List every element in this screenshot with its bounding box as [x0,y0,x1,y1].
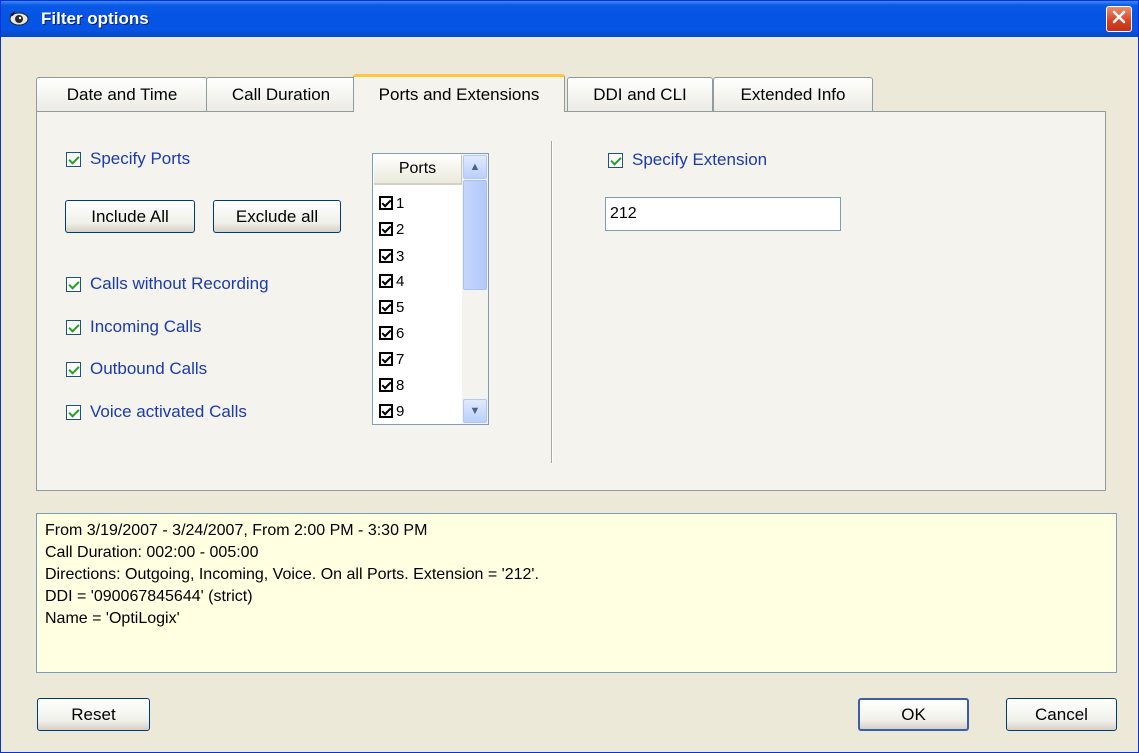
option-label: Voice activated Calls [90,402,247,421]
ok-label: OK [901,704,926,724]
close-icon [1112,10,1126,29]
port-item[interactable]: 7 [379,349,404,369]
incoming-calls-checkbox[interactable]: Incoming Calls [66,317,202,337]
tab-label: Call Duration [231,84,331,104]
specify-extension-checkbox[interactable]: Specify Extension [608,150,767,170]
port-item[interactable]: 5 [379,297,404,317]
include-all-button[interactable]: Include All [65,200,195,233]
port-label: 1 [396,194,405,212]
specify-ports-label: Specify Ports [90,149,191,168]
summary-line: Directions: Outgoing, Incoming, Voice. O… [45,566,539,583]
scroll-thumb[interactable] [463,180,487,290]
title-bar[interactable]: Filter options [1,1,1138,37]
summary-line: Call Duration: 002:00 - 005:00 [45,544,259,561]
reset-label: Reset [71,704,116,724]
checkbox-box[interactable] [66,404,81,420]
specify-extension-label: Specify Extension [632,150,768,169]
port-item[interactable]: 8 [379,375,404,395]
port-checkbox[interactable] [379,326,393,340]
section-divider [551,141,553,463]
close-button[interactable] [1106,6,1132,32]
tab-label: Date and Time [66,84,178,104]
tab-ddi-and-cli[interactable]: DDI and CLI [567,77,713,111]
voice-activated-calls-checkbox[interactable]: Voice activated Calls [66,402,247,422]
ok-button[interactable]: OK [858,698,969,731]
port-item[interactable]: 2 [379,219,404,239]
cancel-button[interactable]: Cancel [1006,698,1117,731]
tab-ports-and-extensions[interactable]: Ports and Extensions [353,74,565,112]
ports-header-label: Ports [398,160,437,177]
outbound-calls-checkbox[interactable]: Outbound Calls [66,359,207,379]
port-checkbox[interactable] [379,352,393,366]
port-label: 4 [396,272,405,290]
ports-list[interactable]: Ports 1 2 3 4 5 6 7 8 9 ▲ ▼ [372,153,489,425]
port-label: 5 [396,298,405,316]
calls-without-recording-checkbox[interactable]: Calls without Recording [66,274,269,294]
scroll-down-button[interactable]: ▼ [463,399,487,423]
option-label: Incoming Calls [90,317,202,336]
port-checkbox[interactable] [379,196,393,210]
port-label: 8 [396,376,405,394]
port-label: 2 [396,220,405,238]
tab-extended-info[interactable]: Extended Info [713,77,873,111]
ports-scrollbar[interactable]: ▲ ▼ [462,154,488,424]
port-checkbox[interactable] [379,404,393,418]
checkbox-box[interactable] [66,276,81,292]
scroll-up-button[interactable]: ▲ [463,155,487,179]
extension-value: 212 [610,205,637,222]
cancel-label: Cancel [1035,704,1088,724]
filter-summary: From 3/19/2007 - 3/24/2007, From 2:00 PM… [36,513,1117,673]
checkbox-box[interactable] [66,319,81,335]
port-checkbox[interactable] [379,222,393,236]
tab-label: Extended Info [740,84,846,104]
tab-call-duration[interactable]: Call Duration [206,77,356,111]
chevron-up-icon: ▲ [469,161,481,173]
port-checkbox[interactable] [379,378,393,392]
include-all-label: Include All [91,206,169,226]
port-label: 3 [396,247,405,265]
ports-column-header[interactable]: Ports [374,155,462,185]
specify-ports-checkbox[interactable]: Specify Ports [66,149,190,169]
checkbox-box[interactable] [66,361,81,377]
port-checkbox[interactable] [379,300,393,314]
reset-button[interactable]: Reset [37,698,150,731]
tab-label: DDI and CLI [593,84,687,104]
tab-label: Ports and Extensions [378,84,540,104]
port-label: 9 [396,402,405,420]
tab-panel-ports-and-extensions [36,111,1106,491]
extension-input[interactable]: 212 [605,197,841,231]
filter-options-dialog: Filter options Date and Time Call Durati… [0,0,1139,753]
eye-icon [9,9,29,29]
port-item[interactable]: 1 [379,193,404,213]
tab-date-and-time[interactable]: Date and Time [36,77,208,111]
checkbox-box[interactable] [66,151,81,167]
port-item[interactable]: 6 [379,323,404,343]
summary-line: DDI = '090067845644' (strict) [45,588,253,605]
exclude-all-button[interactable]: Exclude all [213,200,341,233]
summary-line: Name = 'OptiLogix' [45,610,180,627]
port-label: 7 [396,350,405,368]
port-item[interactable]: 4 [379,271,404,291]
summary-line: From 3/19/2007 - 3/24/2007, From 2:00 PM… [45,522,428,539]
port-item[interactable]: 3 [379,246,404,266]
option-label: Calls without Recording [90,274,269,293]
option-label: Outbound Calls [90,359,208,378]
port-label: 6 [396,324,405,342]
chevron-down-icon: ▼ [469,405,481,417]
port-item[interactable]: 9 [379,401,404,421]
port-checkbox[interactable] [379,274,393,288]
checkbox-box[interactable] [608,152,623,168]
port-checkbox[interactable] [379,249,393,263]
window-title: Filter options [41,9,149,28]
exclude-all-label: Exclude all [235,206,319,226]
